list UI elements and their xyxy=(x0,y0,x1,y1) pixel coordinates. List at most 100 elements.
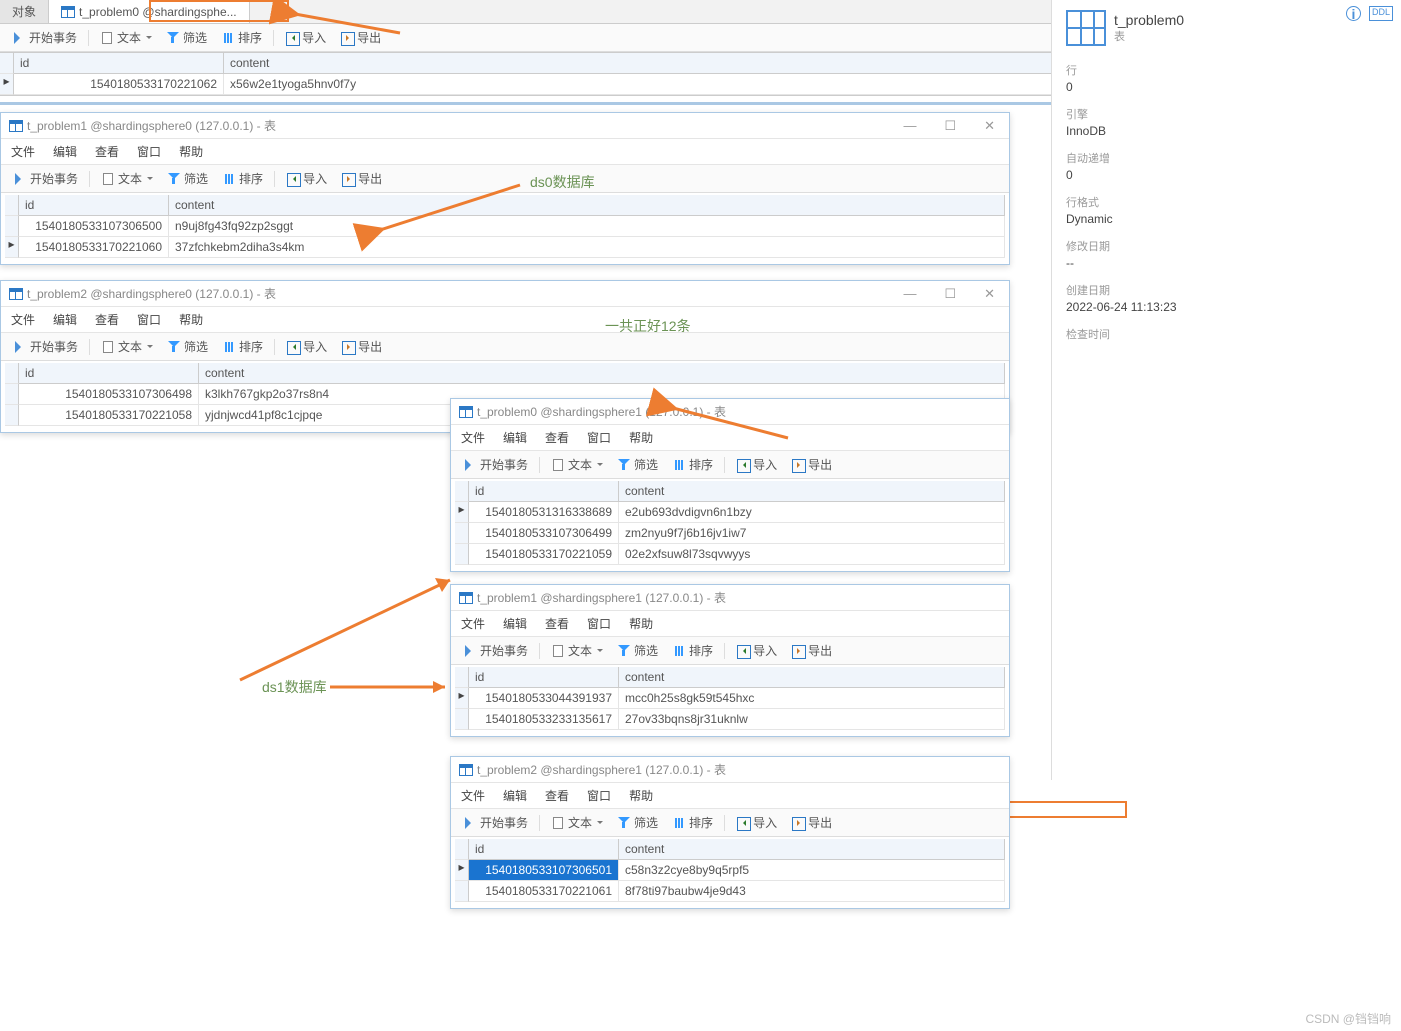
info-icon[interactable]: i xyxy=(1346,6,1361,21)
table-row[interactable]: ▸1540180531316338689e2ub693dvdigvn6n1bzy xyxy=(455,502,1005,523)
menu-edit[interactable]: 编辑 xyxy=(503,615,527,632)
ddl-icon[interactable]: DDL xyxy=(1369,6,1393,21)
menu-window[interactable]: 窗口 xyxy=(137,311,161,328)
text-button[interactable]: 文本 xyxy=(545,640,609,661)
doc-icon xyxy=(100,31,114,45)
menu-edit[interactable]: 编辑 xyxy=(53,311,77,328)
table-row[interactable]: ▸1540180533044391937mcc0h25s8gk59t545hxc xyxy=(455,688,1005,709)
maximize-button[interactable]: ☐ xyxy=(938,286,962,302)
table-row[interactable]: 15401805331702210618f78ti97baubw4je9d43 xyxy=(455,881,1005,902)
menu-edit[interactable]: 编辑 xyxy=(53,143,77,160)
filter-button[interactable]: 筛选 xyxy=(611,812,664,833)
text-button[interactable]: 文本 xyxy=(545,812,609,833)
menu-view[interactable]: 查看 xyxy=(95,311,119,328)
filter-button[interactable]: 筛选 xyxy=(160,27,213,48)
sort-button[interactable]: 排序 xyxy=(666,640,719,661)
export-button[interactable]: 导出 xyxy=(335,336,388,357)
filter-button[interactable]: 筛选 xyxy=(611,454,664,475)
menu-view[interactable]: 查看 xyxy=(545,429,569,446)
menu-window[interactable]: 窗口 xyxy=(587,429,611,446)
sort-button[interactable]: 排序 xyxy=(666,454,719,475)
table-row[interactable]: ▸154018053317022106037zfchkebm2diha3s4km xyxy=(5,237,1005,258)
col-content[interactable]: content xyxy=(619,839,1005,860)
sort-button[interactable]: 排序 xyxy=(216,336,269,357)
window-titlebar[interactable]: t_problem2 @shardingsphere0 (127.0.0.1) … xyxy=(1,281,1009,307)
col-id[interactable]: id xyxy=(469,481,619,502)
minimize-button[interactable]: — xyxy=(897,118,922,134)
minimize-button[interactable]: — xyxy=(897,286,922,302)
menu-file[interactable]: 文件 xyxy=(461,787,485,804)
sort-button[interactable]: 排序 xyxy=(216,168,269,189)
begin-transaction-button[interactable]: 开始事务 xyxy=(6,27,83,48)
col-content[interactable]: content xyxy=(169,195,1005,216)
cell-id: 1540180533107306500 xyxy=(19,216,169,237)
text-button[interactable]: 文本 xyxy=(95,168,159,189)
cell-id: 1540180533170221059 xyxy=(469,544,619,565)
filter-button[interactable]: 筛选 xyxy=(161,336,214,357)
text-button[interactable]: 文本 xyxy=(95,336,159,357)
table-row[interactable]: 154018053323313561727ov33bqns8jr31uknlw xyxy=(455,709,1005,730)
menu-view[interactable]: 查看 xyxy=(95,143,119,160)
table-row[interactable]: 1540180533107306500n9uj8fg43fq92zp2sggt xyxy=(5,216,1005,237)
import-button[interactable]: 导入 xyxy=(730,812,783,833)
col-id[interactable]: id xyxy=(19,195,169,216)
import-button[interactable]: 导入 xyxy=(730,640,783,661)
menu-file[interactable]: 文件 xyxy=(11,311,35,328)
menu-window[interactable]: 窗口 xyxy=(587,787,611,804)
col-content[interactable]: content xyxy=(619,667,1005,688)
table-row[interactable]: 154018053317022105902e2xfsuw8l73sqvwyys xyxy=(455,544,1005,565)
col-content[interactable]: content xyxy=(199,363,1005,384)
menu-file[interactable]: 文件 xyxy=(461,615,485,632)
window-titlebar[interactable]: t_problem1 @shardingsphere0 (127.0.0.1) … xyxy=(1,113,1009,139)
window-titlebar[interactable]: t_problem2 @shardingsphere1 (127.0.0.1) … xyxy=(451,757,1009,783)
maximize-button[interactable]: ☐ xyxy=(938,118,962,134)
col-content[interactable]: content xyxy=(619,481,1005,502)
table-row[interactable]: ▸1540180533107306501c58n3z2cye8by9q5rpf5 xyxy=(455,860,1005,881)
text-button[interactable]: 文本 xyxy=(545,454,609,475)
col-id[interactable]: id xyxy=(469,667,619,688)
import-button[interactable]: 导入 xyxy=(730,454,783,475)
menu-help[interactable]: 帮助 xyxy=(629,429,653,446)
menu-window[interactable]: 窗口 xyxy=(587,615,611,632)
export-button[interactable]: 导出 xyxy=(335,168,388,189)
begin-transaction-button[interactable]: 开始事务 xyxy=(457,812,534,833)
menu-file[interactable]: 文件 xyxy=(461,429,485,446)
import-button[interactable]: 导入 xyxy=(279,27,332,48)
menu-help[interactable]: 帮助 xyxy=(179,143,203,160)
import-button[interactable]: 导入 xyxy=(280,336,333,357)
filter-button[interactable]: 筛选 xyxy=(161,168,214,189)
col-id[interactable]: id xyxy=(19,363,199,384)
menu-edit[interactable]: 编辑 xyxy=(503,429,527,446)
begin-transaction-button[interactable]: 开始事务 xyxy=(457,454,534,475)
cell-id: 1540180533170221062 xyxy=(14,74,224,95)
menu-bar: 文件 编辑 查看 窗口 帮助 xyxy=(451,783,1009,809)
menu-view[interactable]: 查看 xyxy=(545,787,569,804)
tab-objects[interactable]: 对象 xyxy=(0,0,49,23)
export-button[interactable]: 导出 xyxy=(785,454,838,475)
col-id[interactable]: id xyxy=(469,839,619,860)
table-row[interactable]: 1540180533107306499zm2nyu9f7j6b16jv1iw7 xyxy=(455,523,1005,544)
menu-window[interactable]: 窗口 xyxy=(137,143,161,160)
begin-transaction-button[interactable]: 开始事务 xyxy=(457,640,534,661)
window-titlebar[interactable]: t_problem0 @shardingsphere1 (127.0.0.1) … xyxy=(451,399,1009,425)
import-button[interactable]: 导入 xyxy=(280,168,333,189)
menu-view[interactable]: 查看 xyxy=(545,615,569,632)
export-button[interactable]: 导出 xyxy=(334,27,387,48)
menu-file[interactable]: 文件 xyxy=(11,143,35,160)
window-titlebar[interactable]: t_problem1 @shardingsphere1 (127.0.0.1) … xyxy=(451,585,1009,611)
sort-button[interactable]: 排序 xyxy=(666,812,719,833)
sort-button[interactable]: 排序 xyxy=(215,27,268,48)
begin-transaction-button[interactable]: 开始事务 xyxy=(7,168,84,189)
menu-help[interactable]: 帮助 xyxy=(629,787,653,804)
text-button[interactable]: 文本 xyxy=(94,27,158,48)
col-id[interactable]: id xyxy=(14,53,224,74)
close-button[interactable]: ✕ xyxy=(978,286,1001,302)
close-button[interactable]: ✕ xyxy=(978,118,1001,134)
menu-help[interactable]: 帮助 xyxy=(629,615,653,632)
export-button[interactable]: 导出 xyxy=(785,640,838,661)
menu-help[interactable]: 帮助 xyxy=(179,311,203,328)
filter-button[interactable]: 筛选 xyxy=(611,640,664,661)
export-button[interactable]: 导出 xyxy=(785,812,838,833)
menu-edit[interactable]: 编辑 xyxy=(503,787,527,804)
begin-transaction-button[interactable]: 开始事务 xyxy=(7,336,84,357)
